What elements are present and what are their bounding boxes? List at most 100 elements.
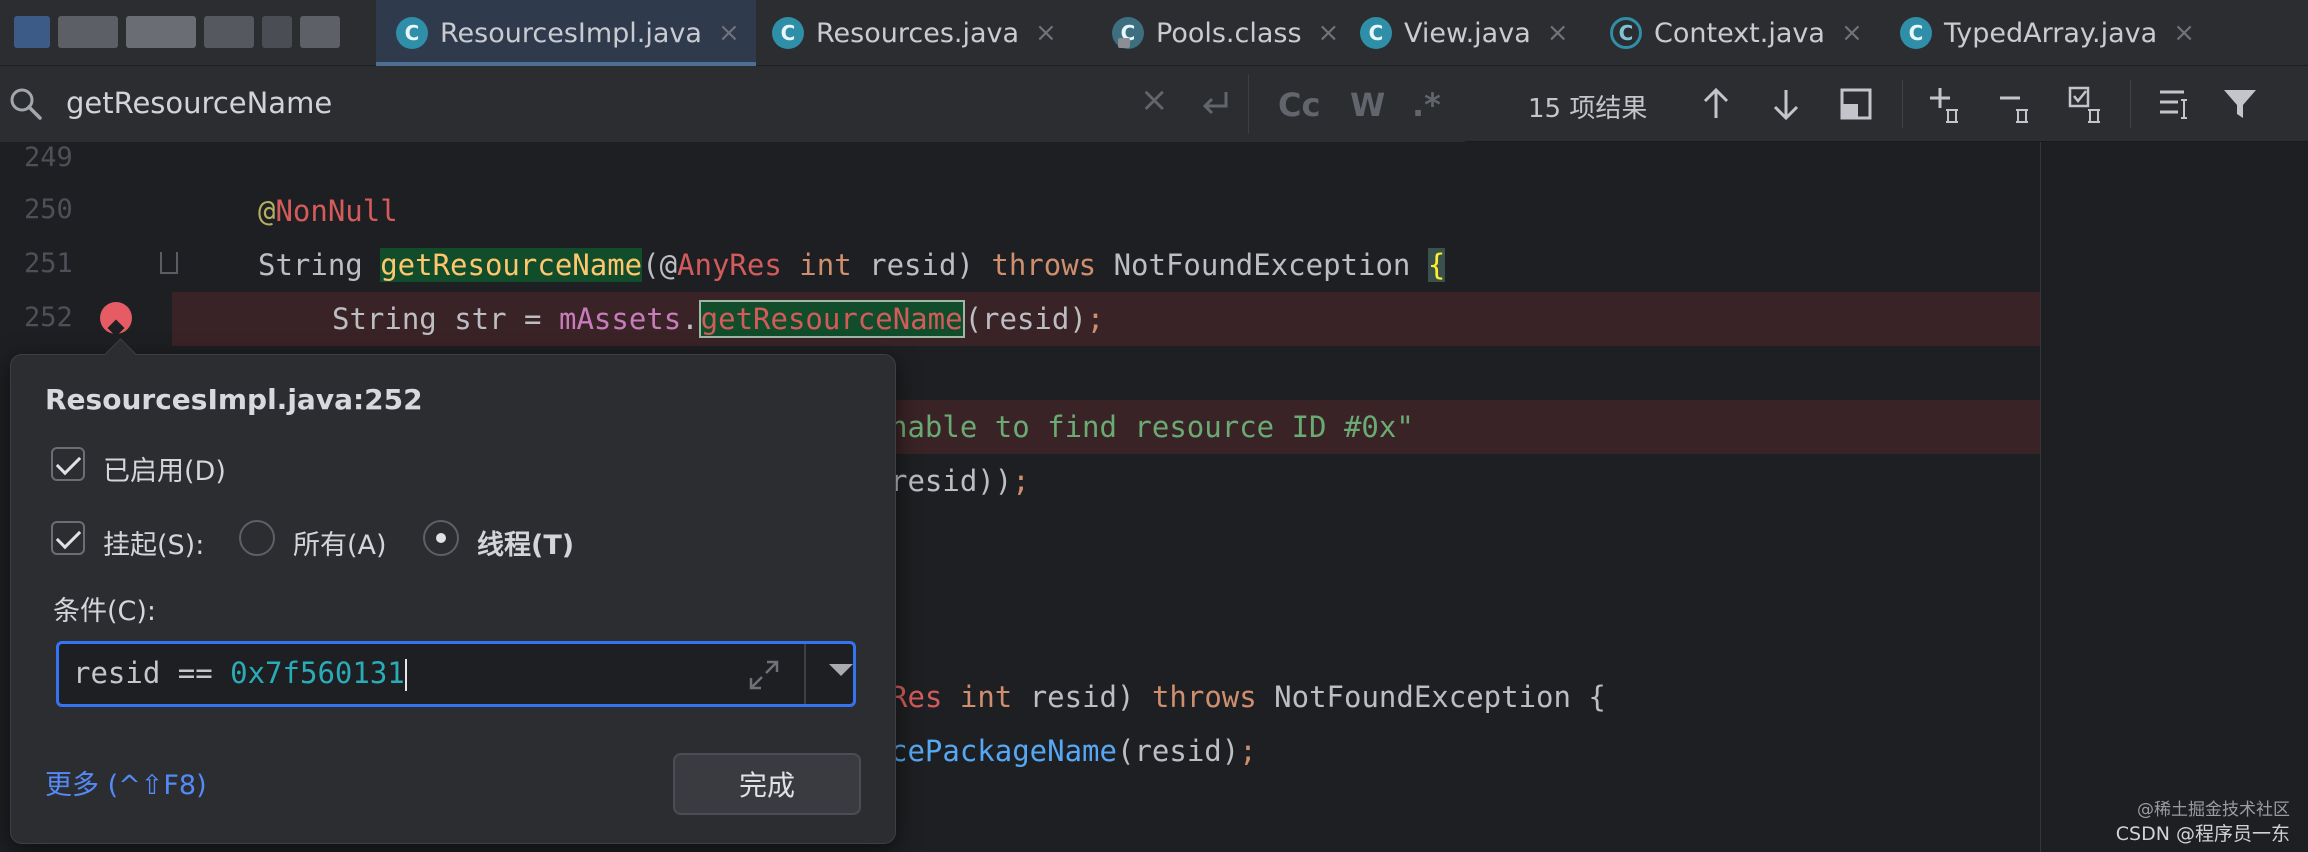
line-number: 251 <box>24 248 73 279</box>
token: (resid) <box>964 302 1087 336</box>
popup-title: ResourcesImpl.java:252 <box>45 383 423 416</box>
divider <box>2130 80 2131 128</box>
java-class-icon: C <box>1900 17 1932 49</box>
tab-view[interactable]: C View.java × <box>1360 0 1610 66</box>
watermark-line: @稀土掘金技术社区 <box>2137 800 2290 820</box>
line-number: 249 <box>24 142 73 173</box>
token: . <box>681 302 699 336</box>
add-occurrence-icon[interactable] <box>1926 84 1966 124</box>
tab-label: Pools.class <box>1156 17 1302 49</box>
token: @ <box>258 194 276 228</box>
token: resid)) <box>890 464 1013 498</box>
tab-pools[interactable]: C Pools.class × <box>1096 0 1360 66</box>
enabled-label[interactable]: 已启用(D) <box>103 449 226 488</box>
chevron-down-icon[interactable] <box>829 664 853 676</box>
close-icon[interactable]: × <box>2173 18 2195 48</box>
divider <box>1902 80 1903 128</box>
code-line-251[interactable]: String getResourceName(@AnyRes int resid… <box>258 238 1446 292</box>
divider <box>1248 74 1249 134</box>
line-number: 250 <box>24 194 73 225</box>
token: 0x7f560131 <box>230 656 405 690</box>
suspend-label[interactable]: 挂起(S): <box>103 523 204 562</box>
clear-search-icon[interactable]: × <box>1140 80 1169 120</box>
suspend-thread-radio[interactable] <box>423 520 459 556</box>
close-icon[interactable]: × <box>1318 18 1340 48</box>
breakpoint-icon[interactable] <box>100 302 132 334</box>
watermark-line: CSDN @程序员一东 <box>2115 823 2290 845</box>
arrow-up-icon[interactable] <box>1696 84 1736 124</box>
filter-icon[interactable] <box>2220 84 2260 124</box>
condition-input[interactable]: resid == 0x7f560131 <box>56 641 856 707</box>
new-line-icon[interactable] <box>1198 88 1232 120</box>
token: NotFoundException { <box>1256 680 1606 714</box>
tab-resources-impl[interactable]: C ResourcesImpl.java × <box>376 0 756 66</box>
token: ; <box>1012 464 1030 498</box>
watermark: @稀土掘金技术社区 CSDN @程序员一东 <box>2116 798 2290 846</box>
text-caret <box>404 659 407 691</box>
token: (@ <box>642 248 678 282</box>
whole-words-toggle[interactable]: W <box>1350 86 1385 124</box>
suspend-all-radio[interactable] <box>239 520 275 556</box>
search-input[interactable]: getResourceName <box>66 86 332 120</box>
token: String str = <box>332 302 559 336</box>
token: int <box>959 680 1013 714</box>
token: throws <box>991 248 1097 282</box>
tab-context[interactable]: C Context.java × <box>1610 0 1900 66</box>
select-all-occurrences-icon[interactable] <box>2066 84 2106 124</box>
java-class-icon: C <box>1360 17 1392 49</box>
close-icon[interactable]: × <box>1035 18 1057 48</box>
token: mAssets <box>558 302 682 336</box>
token: ; <box>1239 734 1257 768</box>
code-line-252[interactable]: String str = mAssets.getResourceName(res… <box>332 292 1104 346</box>
code-line-250[interactable]: @NonNull <box>258 184 398 238</box>
token: resid) <box>851 248 992 282</box>
close-icon[interactable]: × <box>718 18 740 48</box>
code-line-260[interactable]: cePackageName(resid); <box>890 724 1257 778</box>
token: Res <box>890 680 943 714</box>
match-case-toggle[interactable]: Cc <box>1278 86 1320 124</box>
tab-label: View.java <box>1404 17 1531 49</box>
enabled-checkbox[interactable] <box>51 447 85 481</box>
condition-label: 条件(C): <box>53 596 157 627</box>
suspend-thread-label[interactable]: 线程(T) <box>477 523 574 562</box>
expand-icon[interactable] <box>747 658 781 692</box>
code-line-259[interactable]: Res int resid) throws NotFoundException … <box>890 670 1606 724</box>
token: cePackageName <box>890 734 1117 768</box>
done-button[interactable]: 完成 <box>673 753 861 815</box>
regex-toggle[interactable]: .* <box>1412 86 1441 124</box>
tab-typed-array[interactable]: C TypedArray.java × <box>1900 0 2230 66</box>
token: String <box>258 248 381 282</box>
find-in-file-bar: getResourceName × Cc W .* 15 项结果 <box>0 66 2308 142</box>
search-match: getResourceName <box>380 248 643 282</box>
java-class-icon: C <box>396 17 428 49</box>
token: NotFoundException <box>1096 248 1428 282</box>
search-field[interactable]: getResourceName × Cc W .* <box>0 66 1465 142</box>
filter-search-results-icon[interactable] <box>2156 84 2196 124</box>
search-icon[interactable] <box>8 86 44 122</box>
condition-text[interactable]: resid == 0x7f560131 <box>73 656 407 691</box>
editor-tab-bar: C ResourcesImpl.java × C Resources.java … <box>0 0 2308 66</box>
brace-match: { <box>1427 248 1446 282</box>
suspend-checkbox[interactable] <box>51 521 85 555</box>
suspend-all-label[interactable]: 所有(A) <box>293 523 387 562</box>
fold-icon[interactable] <box>160 252 178 274</box>
java-abstract-class-icon: C <box>1610 17 1642 49</box>
code-line-254[interactable]: nable to find resource ID #0x" <box>890 400 1414 454</box>
remove-occurrence-icon[interactable] <box>1996 84 2036 124</box>
current-search-match: getResourceName <box>698 300 965 338</box>
close-icon[interactable]: × <box>1547 18 1569 48</box>
token: AnyRes <box>677 248 782 282</box>
open-in-window-icon[interactable] <box>1836 84 1876 124</box>
tab-label: TypedArray.java <box>1944 17 2158 49</box>
arrow-down-icon[interactable] <box>1766 84 1806 124</box>
java-class-icon: C <box>772 17 804 49</box>
tab-label: Resources.java <box>816 17 1020 49</box>
more-link[interactable]: 更多 (^⇧F8) <box>45 763 207 802</box>
tab-resources[interactable]: C Resources.java × <box>756 0 1096 66</box>
close-icon[interactable]: × <box>1841 18 1863 48</box>
code-line-255[interactable]: resid)); <box>890 454 1030 508</box>
tab-label: ResourcesImpl.java <box>440 17 702 49</box>
line-number: 252 <box>24 302 73 333</box>
